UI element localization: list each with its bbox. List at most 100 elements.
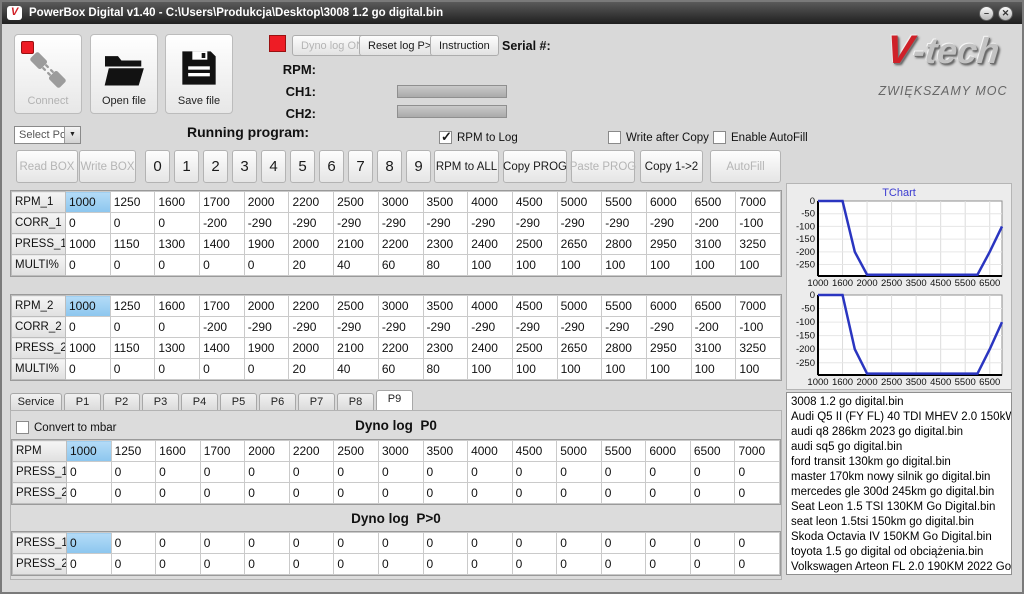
value-cell[interactable]: 40 [334, 255, 379, 276]
value-cell[interactable]: 0 [334, 533, 379, 554]
title-bar[interactable]: V PowerBox Digital v1.40 - C:\Users\Prod… [2, 2, 1022, 24]
value-cell[interactable]: 5500 [602, 296, 647, 317]
chevron-down-icon[interactable]: ▼ [64, 127, 80, 143]
value-cell[interactable]: 0 [289, 462, 334, 483]
value-cell[interactable]: 0 [378, 483, 423, 504]
value-cell[interactable]: 1250 [110, 192, 155, 213]
value-cell[interactable]: 100 [691, 359, 736, 380]
value-cell[interactable]: 0 [110, 255, 155, 276]
minimize-icon[interactable]: – [979, 6, 994, 21]
value-cell[interactable]: 60 [378, 255, 423, 276]
value-cell[interactable]: 20 [289, 255, 334, 276]
value-cell[interactable]: 100 [602, 359, 647, 380]
value-cell[interactable]: -290 [334, 317, 379, 338]
value-cell[interactable]: 0 [512, 533, 557, 554]
file-list-item[interactable]: ford transit 130km go digital.bin [791, 455, 1011, 470]
value-cell[interactable]: -100 [736, 213, 781, 234]
value-cell[interactable]: -290 [378, 213, 423, 234]
value-cell[interactable]: 5000 [557, 192, 602, 213]
value-cell[interactable]: -290 [602, 317, 647, 338]
value-cell[interactable]: 0 [156, 483, 201, 504]
value-cell[interactable]: 1900 [244, 234, 289, 255]
value-cell[interactable]: 0 [289, 533, 334, 554]
value-cell[interactable]: 0 [244, 255, 289, 276]
value-cell[interactable]: -200 [691, 213, 736, 234]
value-cell[interactable]: 2100 [334, 338, 379, 359]
open-file-button[interactable]: Open file [90, 34, 158, 114]
value-cell[interactable]: -290 [423, 213, 468, 234]
value-cell[interactable]: 0 [245, 533, 290, 554]
paste-prog-button[interactable]: Paste PROG [571, 150, 635, 183]
value-cell[interactable]: 0 [66, 255, 111, 276]
value-cell[interactable]: -200 [691, 317, 736, 338]
tab-p6[interactable]: P6 [259, 393, 296, 411]
value-cell[interactable]: -290 [244, 213, 289, 234]
value-cell[interactable]: 2000 [245, 441, 290, 462]
value-cell[interactable]: 0 [111, 462, 156, 483]
value-cell[interactable]: 2200 [289, 296, 334, 317]
value-cell[interactable]: 0 [557, 554, 602, 575]
value-cell[interactable]: 4000 [468, 192, 513, 213]
program-4-button[interactable]: 4 [261, 150, 286, 183]
rpm-to-log-checkbox[interactable]: RPM to Log [439, 131, 518, 144]
write-box-button[interactable]: Write BOX [79, 150, 136, 183]
value-cell[interactable]: -290 [289, 317, 334, 338]
value-cell[interactable]: 0 [289, 554, 334, 575]
value-cell[interactable]: 3000 [378, 192, 423, 213]
value-cell[interactable]: 1150 [110, 338, 155, 359]
value-cell[interactable]: 80 [423, 255, 468, 276]
value-cell[interactable]: 100 [646, 255, 691, 276]
value-cell[interactable]: 0 [601, 483, 646, 504]
value-cell[interactable]: 2650 [557, 338, 602, 359]
value-cell[interactable]: 0 [334, 462, 379, 483]
value-cell[interactable]: 2650 [557, 234, 602, 255]
value-cell[interactable]: 7000 [736, 296, 781, 317]
copy-1-to-2-button[interactable]: Copy 1->2 [640, 150, 703, 183]
enable-autofill-checkbox-box[interactable] [713, 131, 726, 144]
value-cell[interactable]: 1600 [156, 441, 201, 462]
program-9-button[interactable]: 9 [406, 150, 431, 183]
value-cell[interactable]: 2000 [244, 296, 289, 317]
enable-autofill-checkbox[interactable]: Enable AutoFill [713, 131, 808, 144]
value-cell[interactable]: 0 [110, 213, 155, 234]
value-cell[interactable]: 4500 [512, 296, 557, 317]
program-2-button[interactable]: 2 [203, 150, 228, 183]
value-cell[interactable]: 20 [289, 359, 334, 380]
value-cell[interactable]: 0 [156, 533, 201, 554]
value-cell[interactable]: 1400 [200, 338, 245, 359]
value-cell[interactable]: 0 [557, 533, 602, 554]
value-cell[interactable]: 4500 [512, 441, 557, 462]
value-cell[interactable]: -290 [244, 317, 289, 338]
value-cell[interactable]: -200 [200, 317, 245, 338]
program-8-button[interactable]: 8 [377, 150, 402, 183]
select-port-dropdown[interactable]: Select Port ▼ [14, 126, 81, 144]
value-cell[interactable]: 2200 [289, 192, 334, 213]
value-cell[interactable]: 1700 [200, 441, 245, 462]
value-cell[interactable]: 0 [601, 462, 646, 483]
value-cell[interactable]: 0 [334, 483, 379, 504]
value-cell[interactable]: 0 [378, 533, 423, 554]
value-cell[interactable]: 6500 [690, 441, 735, 462]
write-after-copy-checkbox[interactable]: Write after Copy [608, 131, 709, 144]
value-cell[interactable]: 1000 [66, 234, 111, 255]
value-cell[interactable]: 1700 [200, 296, 245, 317]
tab-p9[interactable]: P9 [376, 390, 413, 411]
copy-prog-button[interactable]: Copy PROG [503, 150, 567, 183]
value-cell[interactable]: 0 [646, 462, 691, 483]
value-cell[interactable]: 0 [245, 462, 290, 483]
value-cell[interactable]: 1600 [155, 296, 200, 317]
value-cell[interactable]: 0 [155, 317, 200, 338]
value-cell[interactable]: 1150 [110, 234, 155, 255]
value-cell[interactable]: 0 [690, 483, 735, 504]
value-cell[interactable]: 6500 [691, 296, 736, 317]
program-1-button[interactable]: 1 [174, 150, 199, 183]
value-cell[interactable]: 0 [155, 213, 200, 234]
value-cell[interactable]: 1250 [110, 296, 155, 317]
value-cell[interactable]: 5000 [557, 296, 602, 317]
value-cell[interactable]: 4500 [512, 192, 557, 213]
value-cell[interactable]: 7000 [735, 441, 780, 462]
value-cell[interactable]: 2800 [602, 234, 647, 255]
value-cell[interactable]: -290 [512, 213, 557, 234]
file-list-item[interactable]: audi q8 286km 2023 go digital.bin [791, 425, 1011, 440]
value-cell[interactable]: -290 [378, 317, 423, 338]
